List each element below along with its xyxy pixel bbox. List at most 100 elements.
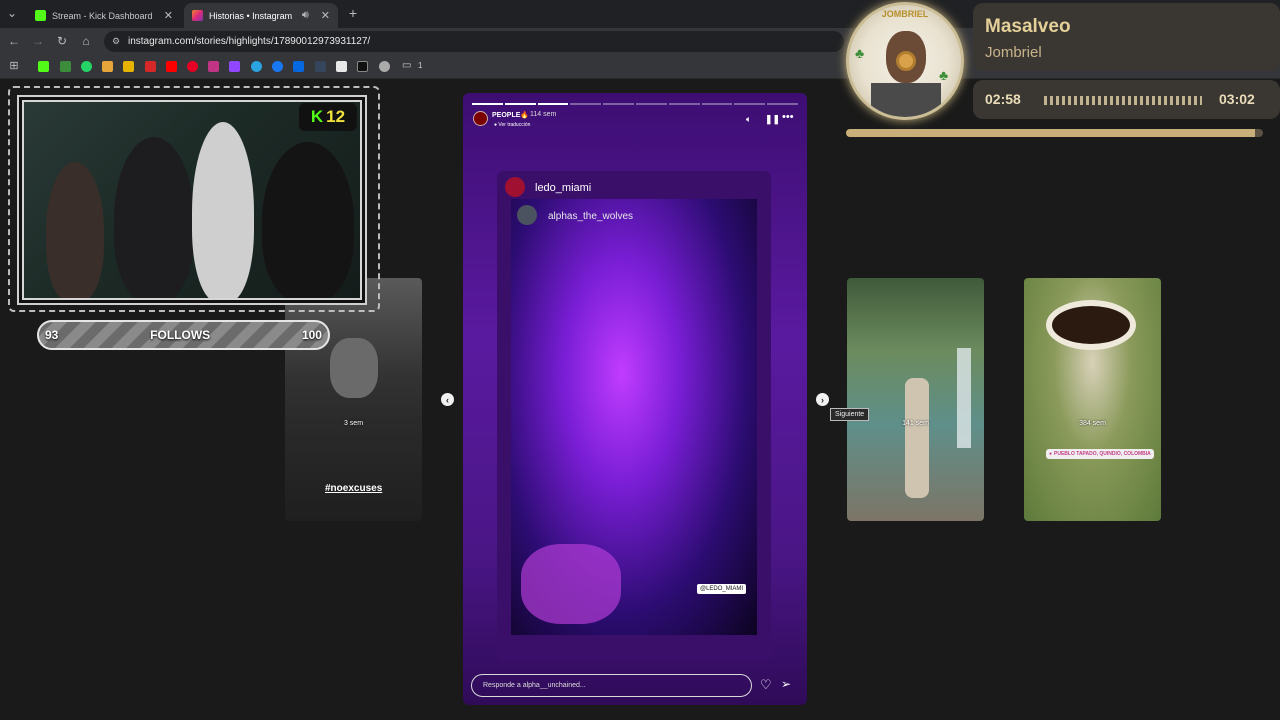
bookmark-globe-icon[interactable] <box>379 61 390 72</box>
album-art: JOMBRIEL ♣ ♣ <box>846 2 964 120</box>
post-video: alphas_the_wolves @LEDO_MIAMI <box>511 199 757 635</box>
url-text: instagram.com/stories/highlights/1789001… <box>128 36 371 47</box>
bookmark-red-icon[interactable] <box>145 61 156 72</box>
bookmark-x-icon[interactable] <box>336 61 347 72</box>
person-shape <box>192 122 254 298</box>
tagged-avatar <box>517 205 537 225</box>
story-time: 384 sem <box>1079 420 1106 427</box>
waveform <box>1044 96 1202 105</box>
bookmark-twitch-icon[interactable] <box>229 61 240 72</box>
mention-sticker[interactable]: @LEDO_MIAMI <box>697 584 747 594</box>
story-hashtag: #noexcuses <box>325 483 383 494</box>
song-progress-bar <box>846 129 1263 137</box>
bookmark-kick-icon[interactable] <box>38 61 49 72</box>
previous-story-card[interactable]: 3 sem #noexcuses <box>285 278 422 521</box>
forward-icon[interactable]: → <box>30 34 46 48</box>
next-story-card[interactable]: 384 sem ● PUEBLO TAPADO, QUINDIO, COLOMB… <box>1024 278 1161 521</box>
reload-icon[interactable]: ↻ <box>54 34 70 48</box>
person-shape <box>905 378 929 498</box>
kick-viewer-badge: K 12 <box>299 103 357 131</box>
shared-post[interactable]: ledo_miami alphas_the_wolves @LEDO_MIAMI <box>497 171 771 661</box>
song-elapsed: 02:58 <box>985 91 1021 107</box>
more-options-icon[interactable]: ••• <box>782 111 794 123</box>
song-duration: 03:02 <box>1219 91 1255 107</box>
new-tab-button[interactable]: + <box>345 6 361 20</box>
bookmark-folder-count: 1 <box>418 61 423 70</box>
post-avatar <box>505 177 525 197</box>
tab-instagram-stories[interactable]: Historias • Instagram 🔊︎ ✕ <box>184 3 338 28</box>
story-time: 141 sem <box>902 420 929 427</box>
home-icon[interactable]: ⌂ <box>78 34 94 48</box>
pause-icon[interactable]: ❚❚ <box>765 114 780 125</box>
site-info-icon[interactable]: ⚙ <box>112 36 120 47</box>
close-tab-icon[interactable]: ✕ <box>321 9 330 22</box>
location-pin-icon: ● <box>1049 451 1053 457</box>
follows-label: FOLLOWS <box>150 328 211 342</box>
kick-favicon-icon <box>35 10 46 21</box>
follows-goal-bar: 93 FOLLOWS 100 <box>37 320 330 350</box>
tab-title: Historias • Instagram <box>209 10 293 21</box>
bookmark-facebook-icon[interactable] <box>272 61 283 72</box>
person-shape <box>114 137 194 298</box>
back-icon[interactable]: ← <box>6 34 22 48</box>
location-text: PUEBLO TAPADO, QUINDIO, COLOMBIA <box>1054 451 1151 457</box>
bookmark-gmail-icon[interactable] <box>102 61 113 72</box>
story-thumbnail <box>330 338 378 398</box>
active-story[interactable]: PEOPLE🔥 114 sem ● Ver traducción 🔈︎ ❚❚ •… <box>463 93 807 705</box>
story-account-name[interactable]: PEOPLE🔥 <box>492 111 529 119</box>
clover-icon: ♣ <box>939 67 949 83</box>
bookmark-telegram-icon[interactable] <box>251 61 262 72</box>
location-sticker: ● PUEBLO TAPADO, QUINDIO, COLOMBIA <box>1046 449 1154 459</box>
bookmark-green-icon[interactable] <box>60 61 71 72</box>
now-playing-widget: JOMBRIEL ♣ ♣ Masalveo Jombriel 02:58 03:… <box>840 0 1280 142</box>
speaker-icon[interactable]: 🔊︎ <box>302 9 309 22</box>
mute-icon[interactable]: 🔈︎ <box>746 114 751 125</box>
tab-title: Stream - Kick Dashboard <box>52 10 153 21</box>
next-story-chevron-icon[interactable]: › <box>816 393 829 406</box>
disc-icon <box>896 51 916 71</box>
bookmark-instagram-icon[interactable] <box>208 61 219 72</box>
kick-logo-icon: K <box>310 107 324 126</box>
apps-grid-icon[interactable]: ⊞ <box>6 59 22 73</box>
url-input[interactable]: ⚙ instagram.com/stories/highlights/17890… <box>104 31 844 52</box>
reply-input[interactable]: Responde a alpha__unchained... <box>471 674 752 697</box>
story-time: 3 sem <box>343 420 364 427</box>
bookmark-whatsapp-icon[interactable] <box>81 61 92 72</box>
bookmark-folder-icon[interactable]: ▭ <box>402 60 411 71</box>
tagged-username[interactable]: alphas_the_wolves <box>548 211 633 222</box>
song-title: Masalveo <box>985 16 1071 37</box>
viewer-count: 12 <box>326 107 346 126</box>
bookmark-tiktok-icon[interactable] <box>357 61 368 72</box>
tab-search-icon[interactable]: ⌄ <box>4 6 20 20</box>
story-avatar[interactable] <box>473 111 488 126</box>
coffee-cup-shape <box>1046 300 1136 350</box>
bookmark-youtube-icon[interactable] <box>166 61 177 72</box>
person-shape <box>262 142 354 298</box>
bookmark-tumblr-icon[interactable] <box>315 61 326 72</box>
song-progress-fill <box>846 129 1255 137</box>
clover-icon: ♣ <box>855 45 865 61</box>
story-progress-bar <box>472 103 798 105</box>
like-heart-icon[interactable]: ♡ <box>760 677 772 693</box>
translate-link[interactable]: ● Ver traducción <box>494 122 530 128</box>
bookmark-yellow-icon[interactable] <box>123 61 134 72</box>
follows-goal: 100 <box>301 328 322 342</box>
jacket-shape <box>871 83 941 117</box>
song-artist: Jombriel <box>985 44 1042 61</box>
waterfall-shape <box>957 348 971 448</box>
next-story-card[interactable]: 141 sem <box>847 278 984 521</box>
reply-placeholder: Responde a alpha__unchained... <box>483 682 586 689</box>
person-shape <box>46 162 104 298</box>
album-title-text: JOMBRIEL <box>881 9 929 19</box>
tooltip: Siguiente <box>830 408 870 421</box>
song-info-card: Masalveo Jombriel <box>973 3 1280 71</box>
tab-kick-dashboard[interactable]: Stream - Kick Dashboard ✕ <box>27 3 181 28</box>
bookmark-pinterest-icon[interactable] <box>187 61 198 72</box>
close-tab-icon[interactable]: ✕ <box>164 9 173 22</box>
bookmark-meta-icon[interactable] <box>293 61 304 72</box>
song-time-card: 02:58 03:02 <box>973 80 1280 119</box>
send-icon[interactable]: ➢ <box>781 677 791 691</box>
post-username[interactable]: ledo_miami <box>535 182 591 194</box>
previous-story-chevron-icon[interactable]: ‹ <box>441 393 454 406</box>
instagram-favicon-icon <box>192 10 203 21</box>
